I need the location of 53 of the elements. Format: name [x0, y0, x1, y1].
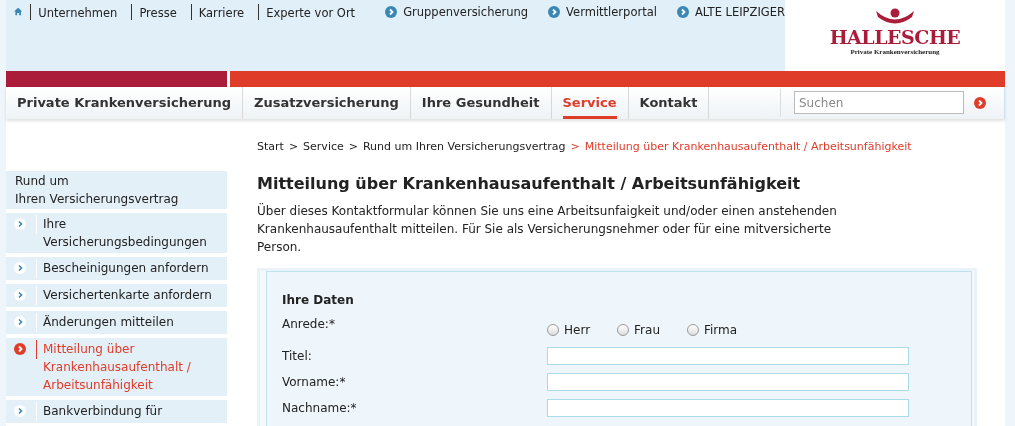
sidebar-item[interactable]: Ihre Versicherungsbedingungen — [6, 213, 227, 253]
radio-option[interactable]: Firma — [687, 321, 738, 339]
breadcrumb-link[interactable]: Start — [257, 140, 284, 154]
nav-link[interactable]: Karriere — [198, 6, 245, 20]
sidebar-item[interactable]: Änderungen mitteilen — [6, 311, 227, 334]
field-label: Nachname:* — [282, 400, 358, 417]
nav-tab[interactable]: Kontakt — [639, 90, 698, 116]
text-field[interactable] — [547, 399, 909, 417]
nav-tab[interactable]: Zusatzversicherung — [254, 90, 399, 116]
breadcrumb-separator: > — [570, 140, 580, 154]
chevron-circle-icon — [14, 289, 26, 301]
chevron-circle-icon — [548, 6, 561, 18]
text-field[interactable] — [547, 373, 909, 391]
chevron-circle-icon — [676, 6, 689, 18]
chevron-circle-icon — [14, 316, 26, 328]
logo-mark-icon — [876, 8, 914, 26]
field-label: Anrede:* — [282, 316, 336, 333]
logo-name: HALLESCHE — [829, 26, 961, 48]
chevron-circle-icon — [14, 218, 26, 230]
sidebar-item[interactable]: Versichertenkarte anfordern — [6, 284, 227, 307]
text-field[interactable] — [547, 347, 909, 365]
chevron-circle-icon — [14, 262, 26, 274]
breadcrumb-separator: > — [288, 140, 299, 154]
field-label: Titel: — [282, 348, 313, 365]
search-submit-icon[interactable] — [974, 97, 986, 109]
breadcrumb-separator: > — [348, 140, 358, 154]
chevron-circle-icon — [385, 6, 398, 18]
radio-option[interactable]: Frau — [617, 321, 660, 339]
external-link[interactable]: Gruppenversicherung — [403, 5, 529, 19]
breadcrumb-link[interactable]: Service — [303, 140, 344, 154]
radio-option[interactable]: Herr — [547, 321, 591, 339]
search-field[interactable]: Suchen — [794, 91, 964, 114]
page-title: Mitteilung über Krankenhausaufenthalt / Arbeitsunfähigkeit — [257, 174, 802, 194]
nav-tab[interactable]: Ihre Gesundheit — [421, 90, 540, 116]
external-link[interactable]: ALTE LEIPZIGER — [694, 5, 785, 19]
nav-tab[interactable]: Private Krankenversicherung — [17, 90, 231, 116]
nav-link[interactable]: Unternehmen — [38, 6, 118, 20]
chevron-circle-icon — [14, 343, 26, 355]
breadcrumb-current[interactable]: Mitteilung über Krankenhausaufenthalt / Arbeitsunfähigkeit — [584, 140, 912, 154]
nav-tab[interactable]: Service — [562, 87, 617, 119]
sidebar-item[interactable]: Bescheinigungen anfordern — [6, 257, 227, 280]
nav-link[interactable]: Experte vor Ort — [266, 6, 356, 20]
sidebar-item[interactable]: Bankverbindung für — [6, 400, 227, 423]
form-section-title: Ihre Daten — [282, 292, 355, 308]
field-label: Vorname:* — [282, 374, 347, 391]
home-icon[interactable] — [14, 6, 23, 17]
nav-link[interactable]: Presse — [139, 6, 177, 20]
sidebar-item[interactable]: Mitteilung über Krankenhausaufenthalt / Arbeitsunfähigkeit — [6, 338, 227, 396]
chevron-circle-icon — [14, 405, 26, 417]
external-link[interactable]: Vermittlerportal — [566, 5, 657, 19]
sidebar-heading: Rund um Ihren Versicherungsvertrag — [6, 171, 227, 209]
intro-text: Über dieses Kontaktformular können Sie uns eine Arbeitsunfaigkeit und/oder einen anstehenden Krankenhausaufenthalt mitteilen. Für Sie als Versicherungsnehmer oder für eine mitversicherte Person. — [257, 202, 838, 256]
breadcrumb-link[interactable]: Rund um Ihren Versicherungsvertrag — [362, 140, 566, 154]
